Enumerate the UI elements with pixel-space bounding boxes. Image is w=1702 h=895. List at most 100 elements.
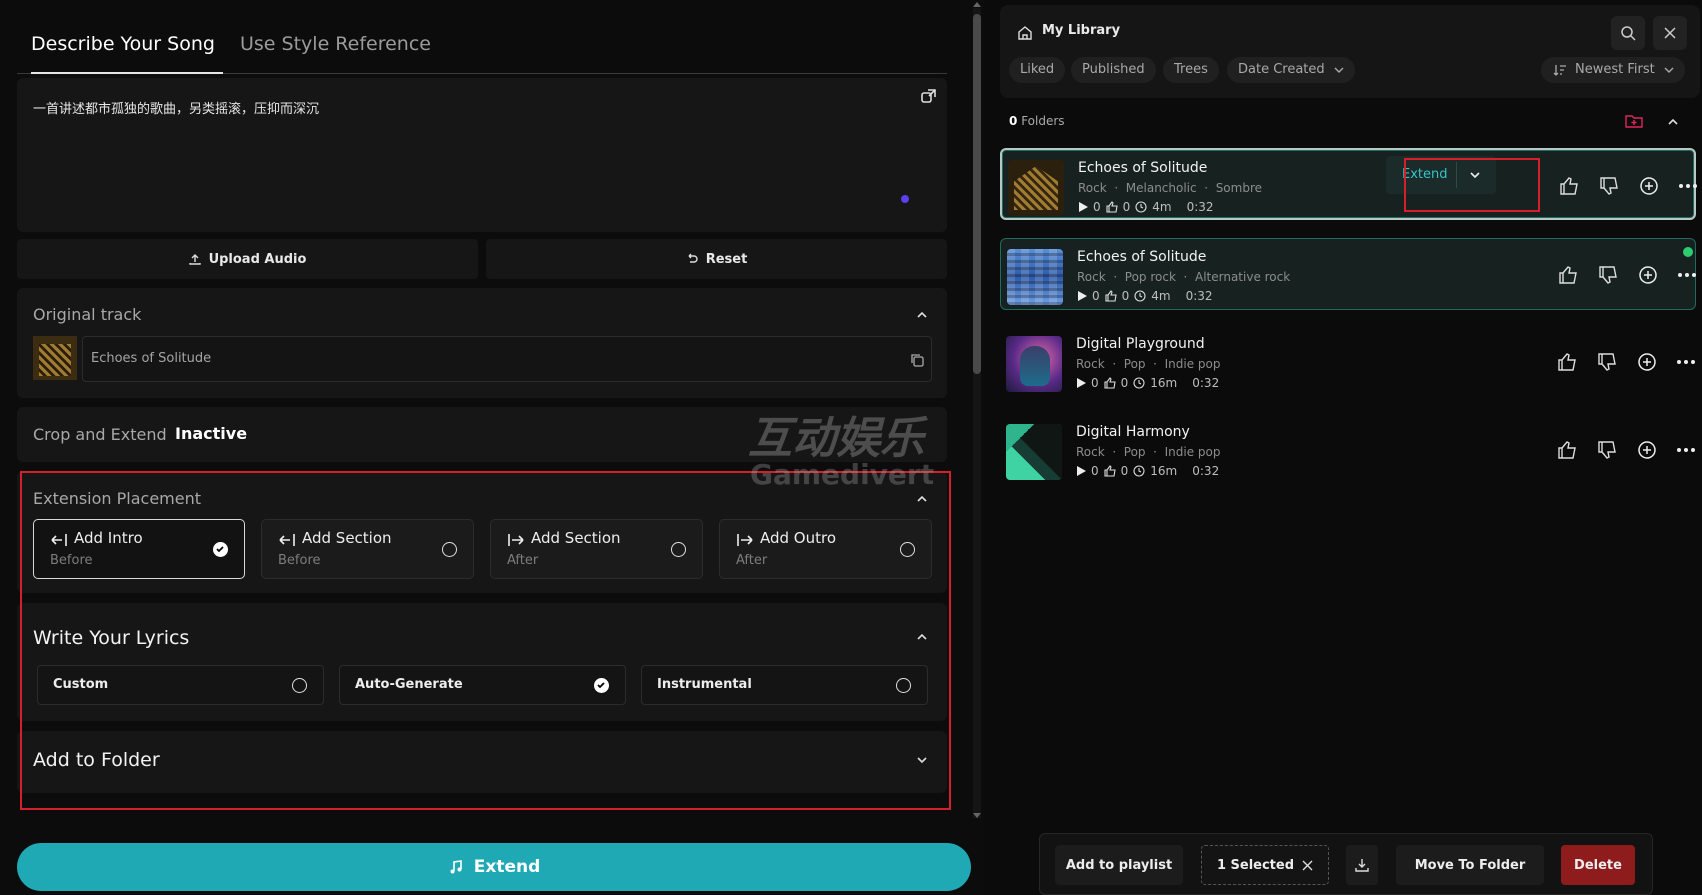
tag[interactable]: Pop rock: [1125, 270, 1176, 284]
filter-liked[interactable]: Liked: [1009, 57, 1066, 83]
scrollbar-thumb[interactable]: [973, 14, 981, 374]
tab-style-reference[interactable]: Use Style Reference: [240, 20, 431, 74]
thumbs-up-icon: [1105, 290, 1117, 302]
add-to-playlist-button[interactable]: Add to playlist: [1055, 845, 1183, 885]
song-duration: 0:32: [1192, 464, 1220, 478]
thumbs-down-icon[interactable]: [1599, 176, 1619, 196]
reset-button[interactable]: Reset: [486, 239, 947, 279]
download-icon: [1355, 859, 1369, 872]
tag[interactable]: Rock: [1076, 445, 1105, 459]
thumbs-down-icon[interactable]: [1598, 265, 1618, 285]
scrollbar-track[interactable]: [973, 8, 981, 818]
original-track-title: Original track: [33, 305, 142, 324]
original-track-name: Echoes of Solitude: [91, 351, 212, 366]
cursor-dot: [901, 195, 909, 203]
library-header: My Library: [1000, 5, 1700, 98]
undo-icon: [688, 253, 698, 263]
tag[interactable]: Rock: [1078, 181, 1107, 195]
download-button[interactable]: [1346, 845, 1378, 885]
song-item[interactable]: Digital Playground Rock · Pop · Indie po…: [1000, 326, 1696, 398]
add-circle-icon[interactable]: [1637, 440, 1657, 460]
music-note-icon: [450, 860, 462, 874]
thumbs-down-icon[interactable]: [1597, 352, 1617, 372]
tag[interactable]: Melancholic: [1126, 181, 1197, 195]
tag[interactable]: Sombre: [1216, 181, 1262, 195]
scroll-down-icon[interactable]: [972, 812, 982, 820]
tag[interactable]: Rock: [1077, 270, 1106, 284]
tag[interactable]: Indie pop: [1165, 357, 1221, 371]
song-title[interactable]: Digital Playground: [1076, 336, 1205, 352]
crop-extend-label: Crop and Extend: [33, 425, 167, 444]
song-title[interactable]: Digital Harmony: [1076, 424, 1190, 440]
thumbs-up-icon[interactable]: [1557, 440, 1577, 460]
delete-button[interactable]: Delete: [1561, 845, 1635, 885]
tag[interactable]: Pop: [1124, 445, 1146, 459]
delete-label: Delete: [1574, 857, 1622, 873]
thumbs-up-icon[interactable]: [1559, 176, 1579, 196]
thumbs-down-icon[interactable]: [1597, 440, 1617, 460]
selected-label: 1 Selected: [1216, 857, 1295, 873]
more-icon[interactable]: [1678, 176, 1698, 196]
tag[interactable]: Rock: [1076, 357, 1105, 371]
library-title: My Library: [1042, 23, 1121, 38]
filter-trees[interactable]: Trees: [1163, 57, 1219, 83]
online-status-dot: [1683, 247, 1693, 257]
thumbs-up-icon[interactable]: [1558, 265, 1578, 285]
tag[interactable]: Alternative rock: [1195, 270, 1290, 284]
thumbs-up-icon[interactable]: [1557, 352, 1577, 372]
tag[interactable]: Pop: [1124, 357, 1146, 371]
more-icon[interactable]: [1676, 440, 1696, 460]
song-title[interactable]: Echoes of Solitude: [1077, 249, 1206, 265]
chevron-up-icon[interactable]: [1666, 115, 1680, 129]
tag[interactable]: Indie pop: [1165, 445, 1221, 459]
more-icon[interactable]: [1677, 265, 1697, 285]
copy-icon[interactable]: [909, 352, 925, 368]
original-track-field[interactable]: Echoes of Solitude: [82, 336, 932, 382]
extend-main-button[interactable]: Extend: [17, 843, 971, 891]
thumbs-up-icon: [1104, 465, 1116, 477]
search-icon: [1621, 26, 1636, 41]
close-button[interactable]: [1653, 16, 1687, 50]
prompt-box[interactable]: 一首讲述都市孤独的歌曲，另类摇滚，压抑而深沉: [17, 78, 947, 232]
add-to-playlist-label: Add to playlist: [1065, 857, 1173, 873]
watermark-cn: 互动娱乐: [748, 413, 924, 464]
add-circle-icon[interactable]: [1637, 352, 1657, 372]
filter-date-created[interactable]: Date Created: [1227, 57, 1355, 83]
song-stats: 0 0 4m 0:32: [1078, 200, 1214, 214]
close-icon[interactable]: [1302, 860, 1313, 871]
prompt-text[interactable]: 一首讲述都市孤独的歌曲，另类摇滚，压抑而深沉: [33, 98, 319, 117]
song-title[interactable]: Echoes of Solitude: [1078, 160, 1207, 176]
selected-chip[interactable]: 1 Selected: [1201, 845, 1329, 885]
add-circle-icon[interactable]: [1639, 176, 1659, 196]
original-track-section: Original track Echoes of Solitude: [17, 288, 947, 398]
expand-icon[interactable]: [919, 86, 939, 106]
tab-describe-song[interactable]: Describe Your Song: [31, 20, 223, 74]
move-to-folder-button[interactable]: Move To Folder: [1396, 845, 1544, 885]
new-folder-icon[interactable]: [1625, 113, 1643, 129]
play-count: 0: [1091, 376, 1099, 390]
clock-icon: [1133, 465, 1145, 477]
sort-icon: [1553, 65, 1566, 76]
chevron-up-icon[interactable]: [915, 308, 929, 322]
song-tags: Rock · Pop · Indie pop: [1076, 445, 1221, 459]
song-item[interactable]: Echoes of Solitude Rock · Pop rock · Alt…: [1000, 238, 1696, 310]
play-icon: [1077, 378, 1086, 388]
song-item[interactable]: Digital Harmony Rock · Pop · Indie pop 0…: [1000, 414, 1696, 486]
clock-icon: [1134, 290, 1146, 302]
chevron-down-icon: [1334, 67, 1344, 73]
upload-audio-button[interactable]: Upload Audio: [17, 239, 478, 279]
like-count: 0: [1120, 376, 1129, 390]
filter-published[interactable]: Published: [1071, 57, 1156, 83]
search-button[interactable]: [1611, 16, 1645, 50]
song-tags: Rock · Pop · Indie pop: [1076, 357, 1221, 371]
home-icon: [1018, 26, 1032, 40]
play-count: 0: [1093, 200, 1101, 214]
more-icon[interactable]: [1676, 352, 1696, 372]
song-stats: 0 0 4m 0:32: [1077, 289, 1213, 303]
scroll-up-icon[interactable]: [972, 0, 982, 8]
sort-dropdown[interactable]: Newest First: [1541, 57, 1685, 83]
song-item[interactable]: Echoes of Solitude Rock · Melancholic · …: [1000, 148, 1698, 220]
add-circle-icon[interactable]: [1638, 265, 1658, 285]
song-thumbnail: [1008, 160, 1064, 216]
reset-label: Reset: [705, 251, 748, 267]
